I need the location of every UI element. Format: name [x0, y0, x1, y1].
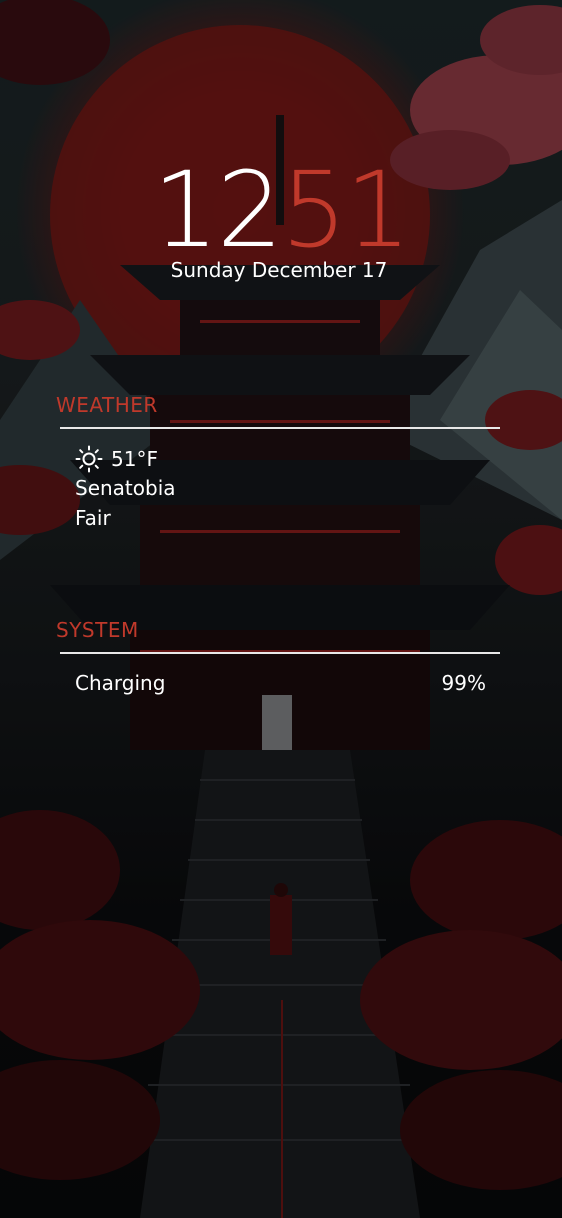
- weather-condition: Fair: [75, 506, 111, 530]
- system-section-title: SYSTEM: [56, 618, 139, 642]
- clock-hours: 12: [152, 149, 283, 271]
- system-divider: [60, 652, 500, 654]
- weather-divider: [60, 427, 500, 429]
- weather-city: Senatobia: [75, 476, 176, 500]
- clock: 1251: [0, 158, 562, 262]
- weather-section-title: WEATHER: [56, 393, 158, 417]
- battery-percentage: 99%: [441, 671, 486, 695]
- clock-minutes: 51: [281, 149, 411, 271]
- weather-temperature: 51°F: [111, 447, 158, 471]
- weather-temperature-row: 51°F: [75, 445, 158, 473]
- sun-icon: [75, 445, 103, 473]
- lock-screen: 1251 Sunday December 17 WEATHER 51°F Sen…: [0, 0, 562, 1218]
- date-label: Sunday December 17: [170, 258, 388, 282]
- charging-status: Charging: [75, 671, 166, 695]
